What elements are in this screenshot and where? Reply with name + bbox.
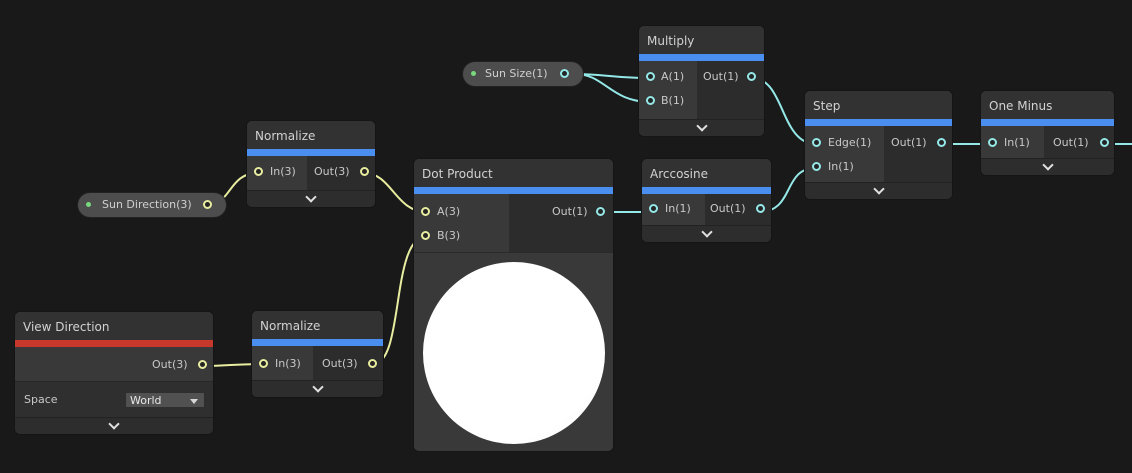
port-label: Out(1) [703,70,739,83]
sun-direction-property-node[interactable]: Sun Direction(3) [78,193,226,217]
node-title: Multiply [639,26,764,54]
multiply-a-port[interactable] [646,72,655,81]
one-minus-in-port[interactable] [988,138,997,147]
property-indicator-icon [471,71,476,76]
step-in-port[interactable] [812,162,821,171]
chevron-down-icon [108,418,120,430]
preview-panel [414,252,613,451]
arccosine-node[interactable]: Arccosine In(1) Out(1) [642,159,771,242]
node-header-bar [15,340,213,347]
chevron-down-icon [305,191,317,203]
node-title: Normalize [247,121,375,149]
node-title: One Minus [981,91,1114,119]
multiply-out-port[interactable] [747,72,756,81]
chevron-down-icon [695,120,708,132]
expand-toggle[interactable] [642,225,771,242]
sun-size-output-port[interactable] [560,69,569,78]
dot-product-out-port[interactable] [596,207,605,216]
chevron-down-icon [872,183,885,195]
normalize-bottom-out-port[interactable] [368,359,377,368]
step-edge-port[interactable] [812,138,821,147]
view-direction-out-port[interactable] [198,360,207,369]
port-label: Out(1) [891,136,927,149]
normalize-top-node[interactable]: Normalize In(3) Out(3) [247,121,375,207]
sun-size-property-node[interactable]: Sun Size(1) [463,62,583,86]
node-header-bar [252,339,383,346]
port-label: A(3) [437,205,461,218]
port-label: In(1) [1004,136,1030,149]
node-header-bar [639,54,764,61]
sun-size-label: Sun Size(1) [485,67,548,80]
normalize-top-out-port[interactable] [360,167,369,176]
expand-toggle[interactable] [247,190,375,207]
chevron-down-icon [1041,159,1054,171]
arccosine-out-port[interactable] [756,204,765,213]
arccosine-in-port[interactable] [649,204,658,213]
one-minus-out-port[interactable] [1100,138,1109,147]
expand-toggle[interactable] [805,182,952,199]
port-label: Edge(1) [828,136,872,149]
node-header-bar [981,119,1114,126]
node-header-bar [805,119,952,126]
node-title: Arccosine [642,159,771,187]
one-minus-node[interactable]: One Minus In(1) Out(1) [981,91,1114,175]
expand-toggle[interactable] [252,380,383,397]
node-title: View Direction [15,312,213,340]
chevron-down-icon [700,226,713,238]
preview-sphere [423,262,605,444]
space-dropdown-value: World [130,394,162,407]
multiply-node[interactable]: Multiply A(1) B(1) Out(1) [639,26,764,136]
dot-product-node[interactable]: Dot Product A(3) B(3) Out(1) [414,159,613,451]
space-label: Space [24,393,58,406]
node-title: Normalize [252,311,383,339]
port-label: In(1) [665,202,691,215]
multiply-b-port[interactable] [646,96,655,105]
port-label: In(3) [275,357,301,370]
dot-product-a-port[interactable] [421,207,430,216]
step-out-port[interactable] [937,138,946,147]
dot-product-b-port[interactable] [421,231,430,240]
port-label: In(1) [828,160,854,173]
normalize-top-in-port[interactable] [254,167,263,176]
sun-direction-output-port[interactable] [203,200,212,209]
node-header-bar [247,149,375,156]
view-direction-node[interactable]: View Direction Out(3) Space World [15,312,213,434]
property-indicator-icon [86,202,91,207]
node-header-bar [642,187,771,194]
port-label: Out(1) [1053,136,1089,149]
port-label: Out(3) [314,165,350,178]
port-label: Out(3) [322,357,358,370]
step-node[interactable]: Step Edge(1) In(1) Out(1) [805,91,952,199]
node-header-bar [414,187,613,194]
port-label: B(1) [661,94,685,107]
space-dropdown[interactable]: World [125,392,205,408]
expand-toggle[interactable] [15,417,213,434]
port-label: Out(3) [152,358,188,371]
port-label: A(1) [661,70,685,83]
node-title: Dot Product [414,159,613,187]
expand-toggle[interactable] [639,119,764,136]
port-label: In(3) [270,165,296,178]
sun-direction-label: Sun Direction(3) [102,198,192,211]
normalize-bottom-node[interactable]: Normalize In(3) Out(3) [252,311,383,397]
dropdown-arrow-icon [190,399,198,404]
chevron-down-icon [311,381,324,393]
node-title: Step [805,91,952,119]
port-label: B(3) [437,229,461,242]
port-label: Out(1) [552,205,588,218]
normalize-bottom-in-port[interactable] [259,359,268,368]
port-label: Out(1) [710,202,746,215]
expand-toggle[interactable] [981,158,1114,175]
